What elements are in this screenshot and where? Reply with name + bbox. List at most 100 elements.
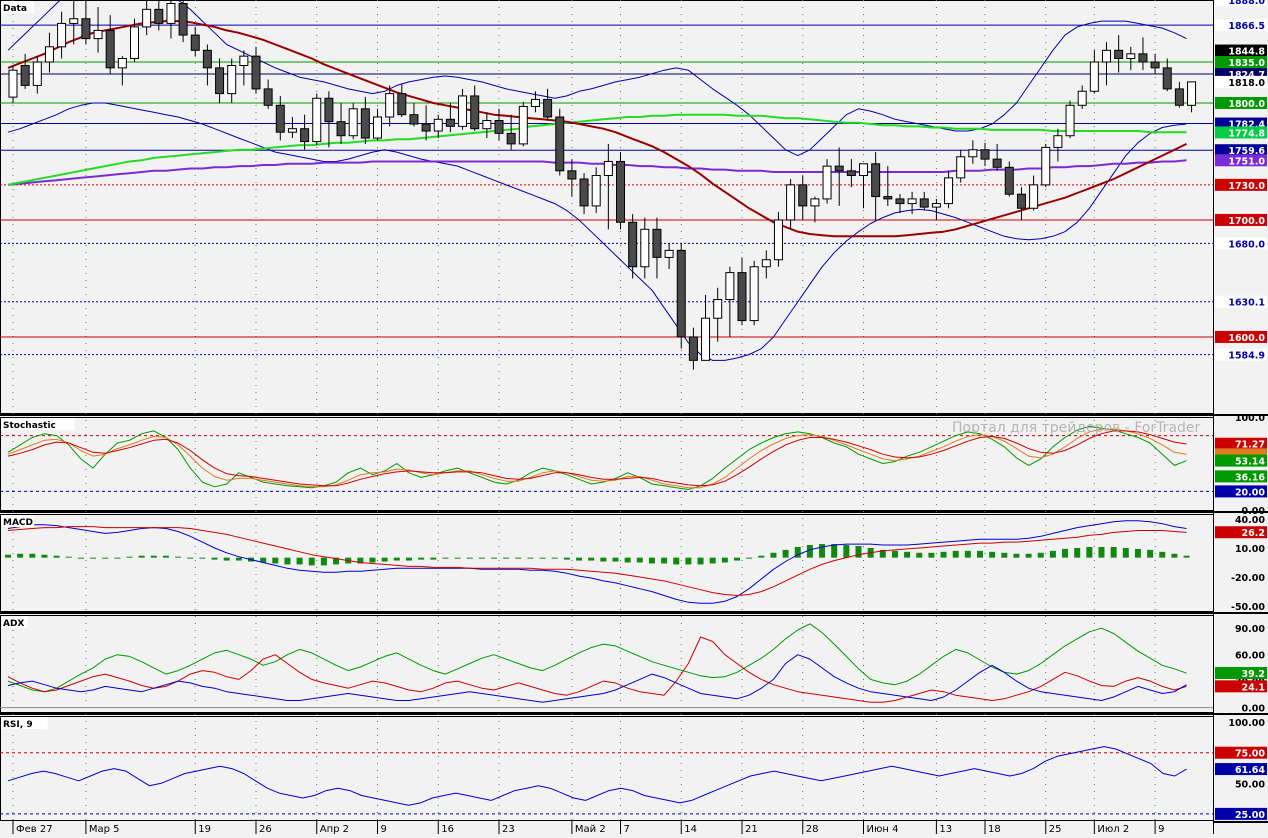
histogram-bar — [916, 552, 923, 558]
histogram-bar — [199, 557, 206, 559]
histogram-bar — [977, 550, 983, 558]
axis-tick-label: -50.00 — [1231, 602, 1265, 613]
candle-bull — [1102, 49, 1111, 63]
histogram-bar — [5, 554, 11, 558]
price-axis-label: 1700.0 — [1215, 213, 1267, 227]
value-label: 20.00 — [1215, 485, 1267, 498]
candle-bull — [1041, 146, 1051, 186]
histogram-bar — [843, 545, 850, 558]
candle-bear — [178, 3, 188, 36]
pane-title-text: Data — [3, 4, 27, 14]
x-tick-label: 9 — [1158, 824, 1164, 834]
candle-bear — [1138, 53, 1148, 63]
pane-title-stochastic: Stochastic — [1, 418, 75, 431]
axis-tick-label: 90.00 — [1235, 624, 1265, 635]
histogram-bar — [211, 557, 218, 560]
candle-bear — [275, 104, 285, 133]
candle-bull — [786, 184, 796, 221]
axis-label-text: 1866.5 — [1228, 21, 1265, 32]
price-axis-label: 1818.0 — [1215, 75, 1267, 89]
candle-bull — [907, 198, 917, 205]
histogram-bar — [466, 557, 473, 559]
candle-bull — [956, 156, 966, 179]
candle-bear — [154, 8, 164, 24]
candle-bull — [458, 95, 468, 127]
histogram-bar — [1147, 549, 1154, 558]
histogram-bar — [1049, 550, 1056, 558]
candle-bear — [676, 249, 686, 338]
pane-title-rsi: RSI, 9 — [1, 717, 48, 730]
x-tick-label: 7 — [624, 824, 630, 834]
x-tick-label: 13 — [939, 824, 952, 834]
candle-bull — [287, 128, 297, 133]
histogram-bar — [551, 557, 558, 559]
candle-bear — [506, 132, 516, 145]
value-label: 36.16 — [1215, 470, 1267, 483]
axis-tick-label: 10.00 — [1235, 544, 1265, 555]
histogram-bar — [138, 555, 145, 558]
histogram-bar — [393, 557, 400, 561]
candle-bear — [202, 49, 212, 69]
pane-title-text: MACD — [3, 518, 33, 528]
candle-bull — [725, 272, 735, 301]
histogram-bar — [1025, 553, 1032, 558]
histogram-bar — [539, 557, 546, 559]
candle-bear — [409, 114, 419, 125]
candle-bear — [20, 65, 30, 86]
histogram-bar — [90, 557, 97, 559]
value-label: 75.00 — [1215, 746, 1267, 760]
candle-bear — [737, 272, 747, 322]
histogram-bar — [831, 544, 838, 558]
histogram-bar — [77, 557, 84, 559]
histogram-bar — [928, 552, 935, 558]
axis-label-text: 1584.9 — [1228, 351, 1265, 362]
candle-bull — [117, 57, 127, 69]
histogram-bar — [891, 550, 898, 558]
candle-bear — [336, 121, 346, 137]
histogram-bar — [734, 557, 740, 561]
histogram-bar — [1098, 546, 1105, 558]
pane-title-adx: ADX — [1, 616, 28, 629]
candle-bull — [713, 299, 723, 319]
histogram-bar — [770, 552, 777, 558]
candle-bear — [543, 98, 553, 118]
candle-bear — [1162, 67, 1172, 90]
histogram-bar — [418, 557, 425, 560]
candle-bull — [1077, 90, 1087, 106]
candle-bear — [688, 336, 698, 361]
histogram-bar — [381, 557, 388, 562]
histogram-bar — [904, 551, 911, 558]
histogram-bar — [1159, 551, 1166, 558]
candle-bear — [652, 228, 662, 258]
candle-bull — [8, 69, 18, 98]
candle-bull — [32, 61, 42, 86]
histogram-bar — [17, 553, 24, 558]
candle-bull — [1089, 61, 1099, 92]
candle-bull — [603, 160, 613, 176]
histogram-bar — [1062, 548, 1069, 558]
axis-label-text: 1818.0 — [1228, 78, 1265, 89]
axis-label-text: 25.00 — [1235, 810, 1265, 821]
axis-label-text: 1774.8 — [1228, 128, 1265, 139]
histogram-bar — [1037, 552, 1044, 558]
candle-bear — [1174, 88, 1184, 106]
axis-label-text: 1600.0 — [1228, 333, 1265, 344]
axis-label-text: 1630.1 — [1228, 298, 1265, 309]
candle-bull — [640, 228, 650, 268]
axis-label-text: 36.16 — [1235, 472, 1265, 483]
pane-title-text: Stochastic — [3, 421, 56, 431]
candle-bull — [1065, 104, 1075, 137]
value-label: 25.00 — [1215, 807, 1267, 821]
axis-label-text: 39.2 — [1242, 669, 1265, 680]
candle-bear — [324, 97, 334, 123]
histogram-bar — [223, 557, 230, 561]
candle-bear — [579, 178, 589, 207]
histogram-bar — [782, 549, 789, 558]
histogram-bar — [819, 544, 826, 558]
candle-bull — [433, 118, 443, 132]
axis-label-text: 1800.0 — [1228, 99, 1265, 110]
histogram-bar — [405, 557, 412, 561]
price-axis-label: 1600.0 — [1215, 330, 1267, 344]
histogram-bar — [964, 550, 971, 558]
candle-bear — [190, 34, 200, 51]
